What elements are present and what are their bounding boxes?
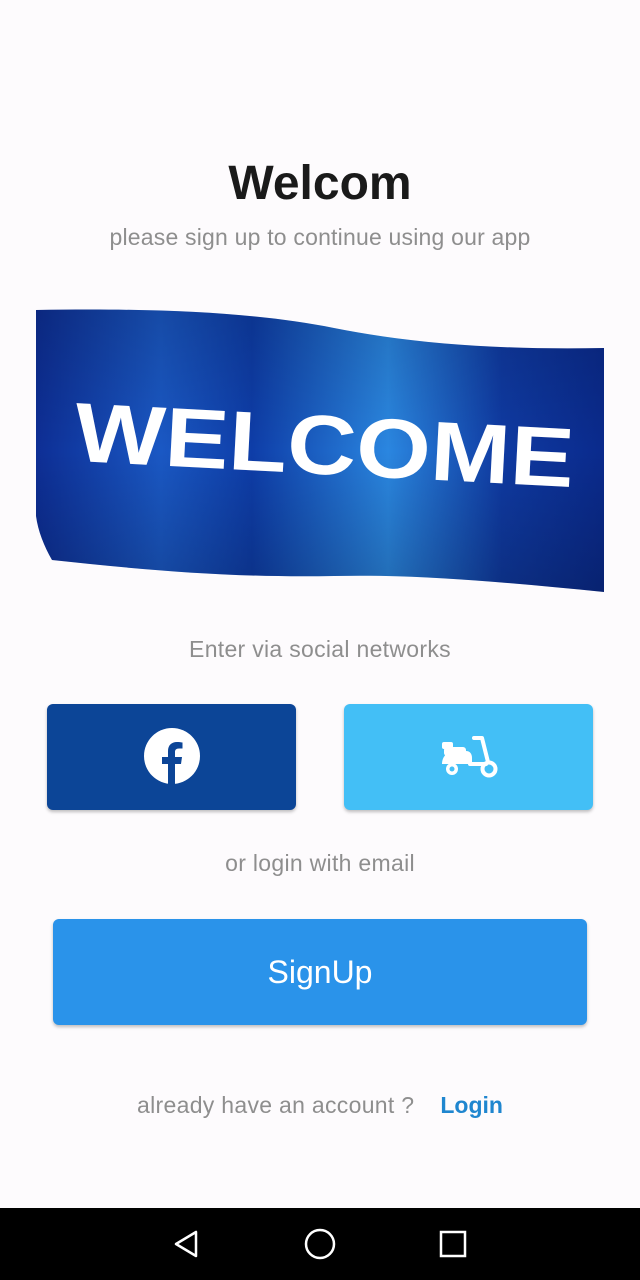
signup-button[interactable]: SignUp: [53, 919, 587, 1025]
home-circle-icon[interactable]: [296, 1220, 344, 1268]
page-title: Welcom: [228, 157, 412, 210]
back-triangle-icon[interactable]: [163, 1220, 211, 1268]
email-caption: or login with email: [225, 850, 415, 876]
page-subtitle: please sign up to continue using our app: [109, 224, 531, 250]
login-link[interactable]: Login: [440, 1092, 503, 1119]
welcome-banner-image: WELCOME: [34, 306, 606, 602]
social-caption: Enter via social networks: [189, 636, 451, 662]
scooter-login-button[interactable]: [344, 704, 593, 810]
account-prompt-text: already have an account ?: [137, 1091, 415, 1118]
system-navigation-bar: [0, 1208, 640, 1280]
recents-square-icon[interactable]: [429, 1220, 477, 1268]
facebook-login-button[interactable]: [47, 704, 296, 810]
scooter-icon: [440, 734, 498, 781]
login-prompt-row: already have an account ? Login: [0, 1088, 640, 1122]
facebook-icon: [143, 727, 201, 788]
